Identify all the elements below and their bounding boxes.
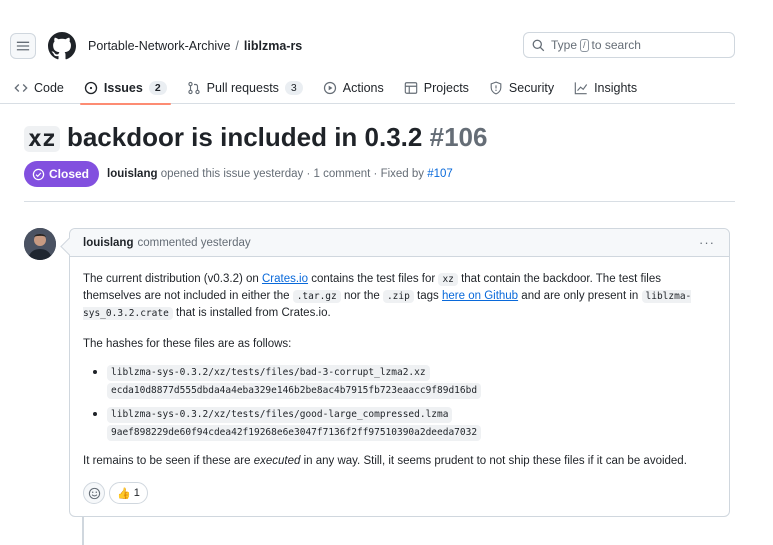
tab-actions-label: Actions [342, 80, 384, 95]
shield-icon [490, 81, 502, 94]
text: nor the [343, 290, 380, 302]
tab-projects[interactable]: Projects [404, 72, 469, 104]
timeline-line [82, 517, 84, 545]
search-shortcut-key: / [580, 38, 589, 52]
inline-code: .tar.gz [292, 290, 341, 303]
fixed-by-link[interactable]: #107 [427, 168, 453, 180]
crates-io-link[interactable]: Crates.io [262, 273, 308, 285]
tab-security[interactable]: Security [489, 72, 554, 104]
issue-title-code: xz [24, 126, 60, 152]
top-bar: Portable-Network-Archive / liblzma-rs Type… [0, 22, 735, 72]
pull-requests-count-badge: 3 [284, 80, 303, 95]
comment-paragraph-1: The current distribution (v0.3.2) on Cra… [83, 271, 716, 322]
inline-code: .zip [382, 290, 414, 303]
breadcrumb-owner[interactable]: Portable-Network-Archive [88, 39, 230, 53]
breadcrumb-repo[interactable]: liblzma-rs [244, 39, 302, 53]
tab-pull-requests[interactable]: Pull requests 3 [187, 72, 303, 104]
check-circle-icon [32, 168, 45, 180]
reactions-bar: 👍 1 [83, 482, 148, 504]
thumbs-up-reaction-button[interactable]: 👍 1 [109, 482, 148, 504]
reaction-count: 1 [133, 487, 140, 499]
issue-meta-detail: opened this issue yesterday · 1 comment … [160, 168, 425, 180]
tab-security-label: Security [508, 80, 555, 95]
issue-comment: louislang commented yesterday ··· The cu… [69, 228, 730, 517]
tab-pull-requests-label: Pull requests [206, 80, 279, 95]
emphasis-text: executed [253, 455, 301, 467]
search-icon [532, 39, 545, 51]
tab-insights-label: Insights [594, 80, 638, 95]
list-item: liblzma-sys-0.3.2/xz/tests/files/bad-3-c… [93, 363, 716, 399]
text: that is installed from Crates.io. [176, 307, 331, 319]
repo-tabs: Code Issues 2 Pull requests 3 Actions Pr… [0, 72, 735, 105]
comment-timestamp[interactable]: commented yesterday [137, 237, 250, 249]
issue-title: xz backdoor is included in 0.3.2 #106 [24, 122, 487, 153]
tab-projects-label: Projects [423, 80, 469, 95]
issues-count-badge: 2 [148, 80, 167, 95]
add-reaction-button[interactable] [83, 482, 105, 504]
issue-author-link[interactable]: louislang [107, 168, 157, 180]
text: tags [417, 290, 439, 302]
comment-author-link[interactable]: louislang [83, 237, 133, 249]
comment-body: The current distribution (v0.3.2) on Cra… [70, 257, 729, 470]
tab-code[interactable]: Code [14, 72, 64, 104]
tab-actions[interactable]: Actions [323, 72, 384, 104]
play-circle-icon [323, 81, 336, 94]
kebab-menu-icon[interactable]: ··· [699, 235, 715, 250]
pull-request-icon [188, 81, 200, 94]
inline-code: xz [438, 273, 458, 286]
hash-list: liblzma-sys-0.3.2/xz/tests/files/bad-3-c… [93, 363, 716, 441]
issue-number: #106 [429, 122, 488, 152]
text: contains the test files for [311, 273, 436, 285]
comment-header: louislang commented yesterday ··· [70, 229, 729, 257]
tab-issues-label: Issues [103, 80, 143, 95]
breadcrumb: Portable-Network-Archive / liblzma-rs [88, 39, 302, 53]
file-hash-code: ecda10d8877d555dbda4a4eba329e146b2be8ac4… [107, 383, 482, 399]
status-badge: Closed [24, 161, 100, 187]
text: and are only present in [521, 290, 639, 302]
file-path-code: liblzma-sys-0.3.2/xz/tests/files/bad-3-c… [107, 365, 430, 381]
file-hash-code: 9aef898229de60f94cdea42f19268e6e3047f713… [107, 425, 482, 441]
status-badge-label: Closed [49, 167, 90, 181]
text: The current distribution (v0.3.2) on [83, 273, 259, 285]
search-placeholder-prefix: Type [551, 38, 578, 52]
breadcrumb-separator: / [235, 39, 239, 53]
header-divider [24, 201, 735, 202]
hamburger-menu-button[interactable] [10, 33, 36, 59]
tab-issues[interactable]: Issues 2 [79, 72, 171, 105]
github-logo-icon[interactable] [48, 32, 76, 60]
search-placeholder-suffix: to search [591, 38, 641, 52]
issue-opened-icon [84, 81, 98, 94]
thumbs-up-icon: 👍 [117, 487, 131, 500]
hamburger-icon [16, 41, 30, 51]
issue-title-text: backdoor is included in 0.3.2 [66, 122, 423, 152]
avatar[interactable] [24, 228, 56, 260]
graph-icon [574, 81, 588, 94]
issue-meta-text: louislang opened this issue yesterday · … [107, 168, 453, 180]
issue-meta: Closed louislang opened this issue yeste… [24, 161, 453, 187]
comment-paragraph-2: The hashes for these files are as follow… [83, 338, 292, 350]
comment-paragraph-3: It remains to be seen if these are execu… [83, 453, 716, 470]
list-item: liblzma-sys-0.3.2/xz/tests/files/good-la… [93, 405, 716, 441]
user-avatar-icon [24, 228, 56, 260]
github-tags-link[interactable]: here on Github [442, 290, 518, 302]
file-path-code: liblzma-sys-0.3.2/xz/tests/files/good-la… [107, 407, 453, 423]
smiley-icon [88, 487, 100, 499]
table-icon [404, 81, 418, 94]
text: in any way. Still, it seems prudent to n… [303, 455, 687, 467]
search-input[interactable]: Type / to search [523, 32, 735, 58]
tab-insights[interactable]: Insights [574, 72, 637, 104]
code-icon [14, 83, 28, 92]
tab-code-label: Code [34, 80, 64, 95]
text: It remains to be seen if these are [83, 455, 251, 467]
